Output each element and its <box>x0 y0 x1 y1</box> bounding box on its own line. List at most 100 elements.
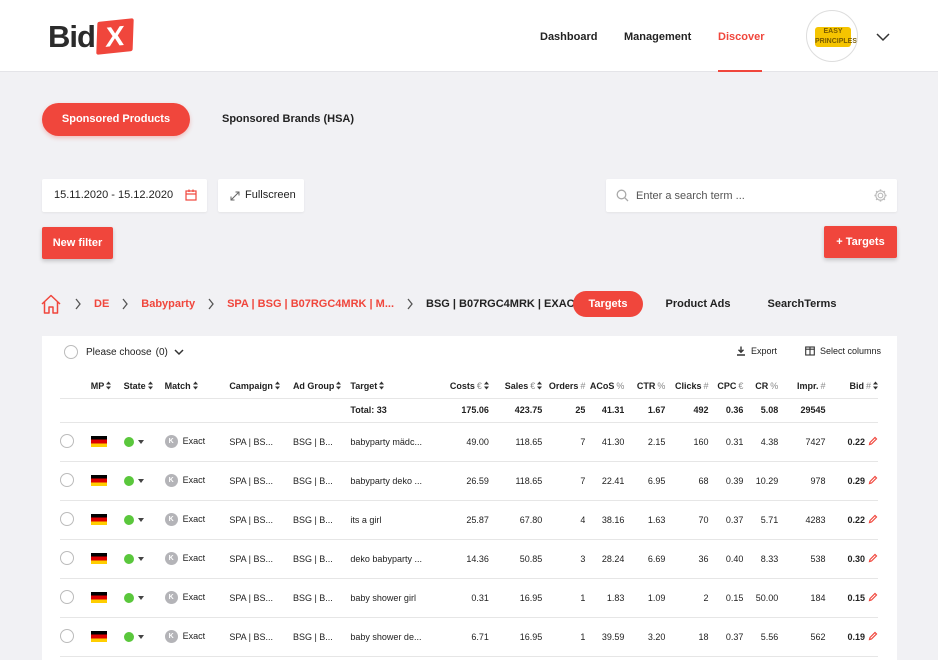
breadcrumb-marketplace[interactable]: DE <box>94 298 109 310</box>
row-ad-group[interactable]: BSG | B... <box>292 578 351 618</box>
gear-icon[interactable] <box>873 188 888 203</box>
row-state-toggle[interactable] <box>123 461 165 501</box>
row-bid-cell[interactable]: 0.15 <box>825 578 878 618</box>
row-ad-group[interactable]: BSG | B... <box>292 617 351 657</box>
row-clicks: 18 <box>665 617 709 657</box>
row-sales: 16.95 <box>488 617 543 657</box>
table-row[interactable]: K Exact SPA | BS... BSG | B... baby shower g… <box>60 578 878 618</box>
row-ad-group[interactable]: BSG | B... <box>292 500 351 540</box>
row-checkbox[interactable] <box>60 628 74 643</box>
row-bid-cell[interactable]: 0.19 <box>825 617 878 657</box>
row-campaign[interactable]: SPA | BS... <box>229 422 293 462</box>
col-match[interactable]: Match <box>164 374 230 399</box>
edit-pencil-icon[interactable] <box>868 553 878 563</box>
total-orders: 25 <box>542 398 586 423</box>
col-impr[interactable]: Impr. # <box>778 374 826 399</box>
row-select-cell <box>60 422 91 462</box>
caret-down-icon <box>137 634 144 639</box>
col-bid[interactable]: Bid # <box>825 374 878 399</box>
col-sales[interactable]: Sales € <box>488 374 543 399</box>
tab-targets[interactable]: Targets <box>573 291 643 317</box>
download-icon <box>737 346 745 356</box>
row-bid-cell[interactable]: 0.22 <box>825 422 878 462</box>
sponsored-brands-tab[interactable]: Sponsored Brands (HSA) <box>222 103 354 136</box>
account-menu-chevron-icon[interactable] <box>876 30 890 44</box>
row-checkbox[interactable] <box>60 472 74 487</box>
row-campaign[interactable]: SPA | BS... <box>229 578 293 618</box>
edit-pencil-icon[interactable] <box>868 631 878 641</box>
row-ad-group[interactable]: BSG | B... <box>292 539 351 579</box>
row-state-toggle[interactable] <box>123 617 165 657</box>
edit-pencil-icon[interactable] <box>868 475 878 485</box>
col-acos[interactable]: ACoS% <box>585 374 625 399</box>
total-cr: 5.08 <box>743 398 779 423</box>
sponsored-products-tab[interactable]: Sponsored Products <box>42 103 190 136</box>
row-campaign[interactable]: SPA | BS... <box>229 617 293 657</box>
home-icon[interactable] <box>40 293 62 315</box>
search-input[interactable] <box>636 179 866 212</box>
col-cr[interactable]: CR% <box>743 374 779 399</box>
tab-search-terms[interactable]: SearchTerms <box>762 291 842 317</box>
breadcrumb-portfolio[interactable]: Babyparty <box>141 298 195 310</box>
row-state-toggle[interactable] <box>123 578 165 618</box>
row-sales: 50.85 <box>488 539 543 579</box>
col-acos-unit: % <box>616 380 625 391</box>
col-clicks[interactable]: Clicks # <box>665 374 709 399</box>
select-all-checkbox[interactable] <box>64 345 78 359</box>
row-campaign[interactable]: SPA | BS... <box>229 539 293 579</box>
nav-discover[interactable]: Discover <box>718 0 764 72</box>
row-bid-cell[interactable]: 0.22 <box>825 500 878 540</box>
caret-down-icon <box>137 478 144 483</box>
col-costs[interactable]: Costs € <box>439 374 489 399</box>
sort-icon <box>379 381 385 390</box>
bidx-logo[interactable]: Bid X <box>48 18 134 55</box>
export-button[interactable]: Export <box>736 344 777 358</box>
fullscreen-button[interactable]: Fullscreen <box>218 179 304 212</box>
date-range-picker[interactable]: 15.11.2020 - 15.12.2020 <box>42 179 207 212</box>
row-cpc: 0.31 <box>708 422 744 462</box>
edit-pencil-icon[interactable] <box>868 592 878 602</box>
table-row[interactable]: K Exact SPA | BS... BSG | B... babyparty dek… <box>60 461 878 501</box>
match-type: Exact <box>182 630 206 641</box>
row-costs: 14.36 <box>439 539 489 579</box>
row-state-toggle[interactable] <box>123 500 165 540</box>
row-ad-group[interactable]: BSG | B... <box>292 461 351 501</box>
bulk-action-select[interactable]: Please choose (0) <box>64 344 184 360</box>
account-avatar[interactable]: EASY PRINCIPLES <box>806 10 858 62</box>
col-mp[interactable]: MP <box>90 374 124 399</box>
table-row[interactable]: K Exact SPA | BS... BSG | B... its a girl 25.… <box>60 500 878 540</box>
table-row[interactable]: K Exact SPA | BS... BSG | B... baby shower d… <box>60 617 878 657</box>
row-bid-cell[interactable]: 0.29 <box>825 461 878 501</box>
row-checkbox[interactable] <box>60 433 74 448</box>
table-row[interactable]: K Exact SPA | BS... BSG | B... deko babypart… <box>60 539 878 579</box>
add-targets-button[interactable]: + Targets <box>824 226 897 258</box>
col-target[interactable]: Target <box>350 374 440 399</box>
col-orders[interactable]: Orders # <box>542 374 586 399</box>
row-campaign[interactable]: SPA | BS... <box>229 461 293 501</box>
row-state-toggle[interactable] <box>123 422 165 462</box>
nav-management[interactable]: Management <box>624 0 691 72</box>
col-campaign[interactable]: Campaign <box>229 374 293 399</box>
edit-pencil-icon[interactable] <box>868 514 878 524</box>
col-state[interactable]: State <box>123 374 165 399</box>
breadcrumb-campaign[interactable]: SPA | BSG | B07RGC4MRK | M... <box>227 298 394 310</box>
table-row[interactable]: K Exact SPA | BS... BSG | B... babyparty mäd… <box>60 422 878 462</box>
row-bid-cell[interactable]: 0.30 <box>825 539 878 579</box>
col-cpc[interactable]: CPC € <box>708 374 744 399</box>
nav-dashboard[interactable]: Dashboard <box>540 0 597 72</box>
row-impr: 4283 <box>778 500 826 540</box>
row-checkbox[interactable] <box>60 511 74 526</box>
state-active-icon <box>123 436 134 447</box>
new-filter-button[interactable]: New filter <box>42 227 113 259</box>
row-checkbox[interactable] <box>60 589 74 604</box>
sort-icon <box>873 381 878 390</box>
row-checkbox[interactable] <box>60 550 74 565</box>
edit-pencil-icon[interactable] <box>868 436 878 446</box>
col-ctr[interactable]: CTR% <box>624 374 666 399</box>
tab-product-ads[interactable]: Product Ads <box>660 291 736 317</box>
col-ad-group[interactable]: Ad Group <box>292 374 351 399</box>
select-columns-button[interactable]: Select columns <box>805 344 881 358</box>
row-ad-group[interactable]: BSG | B... <box>292 422 351 462</box>
row-campaign[interactable]: SPA | BS... <box>229 500 293 540</box>
row-state-toggle[interactable] <box>123 539 165 579</box>
